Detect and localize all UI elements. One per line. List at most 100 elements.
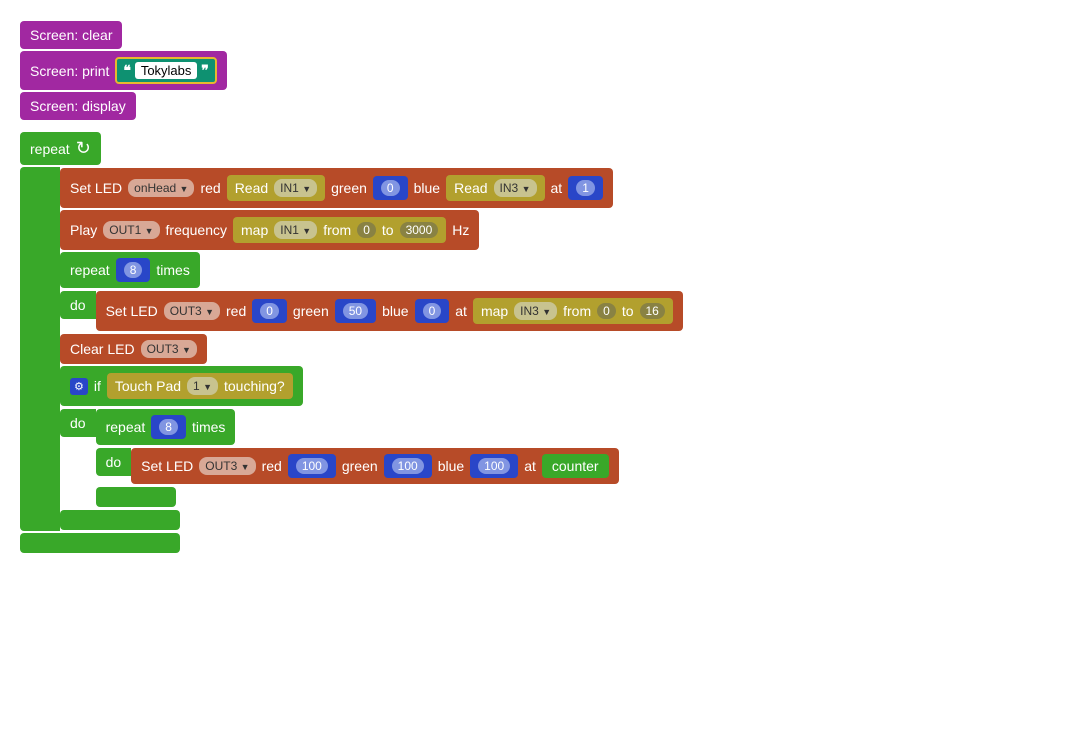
screen-display-block[interactable]: Screen: display: [20, 92, 136, 120]
number-input[interactable]: 16: [640, 303, 665, 319]
number-input[interactable]: 8: [151, 415, 186, 439]
map-block[interactable]: map IN1 ▼ from 0 to 3000: [233, 217, 446, 243]
pad-dropdown[interactable]: 1 ▼: [187, 377, 218, 395]
touching-label: touching?: [224, 378, 285, 394]
chevron-down-icon: ▼: [302, 184, 311, 194]
string-literal[interactable]: ❝ Tokylabs ❞: [115, 57, 216, 84]
at-label: at: [455, 303, 467, 319]
freq-label: frequency: [166, 222, 227, 238]
map-block[interactable]: map IN3 ▼ from 0 to 16: [473, 298, 673, 324]
label: Set LED: [106, 303, 158, 319]
label: Screen: clear: [30, 27, 112, 43]
chevron-down-icon: ▼: [241, 462, 250, 472]
at-label: at: [551, 180, 563, 196]
port-dropdown[interactable]: IN3 ▼: [514, 302, 557, 320]
text-input[interactable]: Tokylabs: [135, 62, 198, 79]
repeat-forever-block[interactable]: repeat ↻: [20, 132, 101, 165]
screen-clear-block[interactable]: Screen: clear: [20, 21, 122, 49]
number-input[interactable]: 100: [470, 454, 518, 478]
at-label: at: [524, 458, 536, 474]
read-block[interactable]: Read IN3 ▼: [446, 175, 544, 201]
label: Set LED: [70, 180, 122, 196]
clear-led-block[interactable]: Clear LED OUT3 ▼: [60, 334, 207, 364]
play-block[interactable]: Play OUT1 ▼ frequency map IN1 ▼ from 0 t…: [60, 210, 479, 250]
label: if: [94, 378, 101, 394]
number-input[interactable]: 8: [116, 258, 151, 282]
led-dropdown[interactable]: OUT3 ▼: [164, 302, 220, 320]
led-dropdown[interactable]: OUT3 ▼: [199, 457, 255, 475]
gear-icon[interactable]: ⚙: [70, 378, 88, 395]
green-label: green: [342, 458, 378, 474]
counter-variable[interactable]: counter: [542, 454, 609, 478]
red-label: red: [262, 458, 282, 474]
number-input[interactable]: 0: [252, 299, 287, 323]
number-input[interactable]: 100: [288, 454, 336, 478]
loop-end: [20, 533, 180, 553]
do-label: do: [60, 409, 96, 437]
close-quote-icon: ❞: [201, 62, 209, 78]
green-label: green: [293, 303, 329, 319]
number-input[interactable]: 0: [357, 222, 376, 238]
read-block[interactable]: Read IN1 ▼: [227, 175, 325, 201]
port-dropdown[interactable]: IN3 ▼: [494, 179, 537, 197]
label: map: [481, 303, 508, 319]
do-label: do: [96, 448, 132, 476]
repeat-times-block[interactable]: repeat 8 times: [60, 252, 200, 288]
label: Touch Pad: [115, 378, 181, 394]
set-led-block[interactable]: Set LED onHead ▼ red Read IN1 ▼ green 0 …: [60, 168, 613, 208]
label: repeat: [106, 419, 146, 435]
loop-end: [60, 510, 180, 530]
label: Read: [235, 180, 268, 196]
number-input[interactable]: 0: [597, 303, 616, 319]
times-label: times: [192, 419, 225, 435]
label: Clear LED: [70, 341, 135, 357]
green-label: green: [331, 180, 367, 196]
out-dropdown[interactable]: OUT1 ▼: [103, 221, 159, 239]
label: Read: [454, 180, 487, 196]
loop-end: [96, 487, 176, 507]
chevron-down-icon: ▼: [182, 345, 191, 355]
touchpad-block[interactable]: Touch Pad 1 ▼ touching?: [107, 373, 293, 399]
label: Screen: display: [30, 98, 126, 114]
chevron-down-icon: ▼: [203, 382, 212, 392]
repeat-times-block[interactable]: repeat 8 times: [96, 409, 236, 445]
red-label: red: [200, 180, 220, 196]
port-dropdown[interactable]: IN1 ▼: [274, 221, 317, 239]
label: map: [241, 222, 268, 238]
open-quote-icon: ❝: [123, 62, 131, 78]
number-input[interactable]: 0: [373, 176, 408, 200]
label: repeat: [70, 262, 110, 278]
set-led-block[interactable]: Set LED OUT3 ▼ red 100 green 100 blue 10…: [131, 448, 618, 484]
chevron-down-icon: ▼: [522, 184, 531, 194]
to-label: to: [382, 222, 394, 238]
label: Screen: print: [30, 63, 109, 79]
red-label: red: [226, 303, 246, 319]
number-input[interactable]: 1: [568, 176, 603, 200]
number-input[interactable]: 0: [415, 299, 450, 323]
hz-label: Hz: [452, 222, 469, 238]
number-input[interactable]: 50: [335, 299, 376, 323]
blue-label: blue: [438, 458, 464, 474]
chevron-down-icon: ▼: [302, 226, 311, 236]
if-block[interactable]: ⚙ if Touch Pad 1 ▼ touching?: [60, 366, 303, 406]
do-label: do: [60, 291, 96, 319]
label: Play: [70, 222, 97, 238]
set-led-block[interactable]: Set LED OUT3 ▼ red 0 green 50 blue 0 at …: [96, 291, 683, 331]
blue-label: blue: [414, 180, 440, 196]
label: repeat: [30, 141, 70, 157]
number-input[interactable]: 100: [384, 454, 432, 478]
to-label: to: [622, 303, 634, 319]
screen-print-block[interactable]: Screen: print ❝ Tokylabs ❞: [20, 51, 227, 90]
chevron-down-icon: ▼: [180, 184, 189, 194]
number-input[interactable]: 3000: [400, 222, 439, 238]
led-dropdown[interactable]: onHead ▼: [128, 179, 194, 197]
chevron-down-icon: ▼: [542, 307, 551, 317]
led-dropdown[interactable]: OUT3 ▼: [141, 340, 197, 358]
chevron-down-icon: ▼: [205, 307, 214, 317]
port-dropdown[interactable]: IN1 ▼: [274, 179, 317, 197]
from-label: from: [323, 222, 351, 238]
from-label: from: [563, 303, 591, 319]
loop-icon: ↻: [76, 138, 91, 159]
chevron-down-icon: ▼: [145, 226, 154, 236]
loop-bar: [20, 167, 60, 531]
